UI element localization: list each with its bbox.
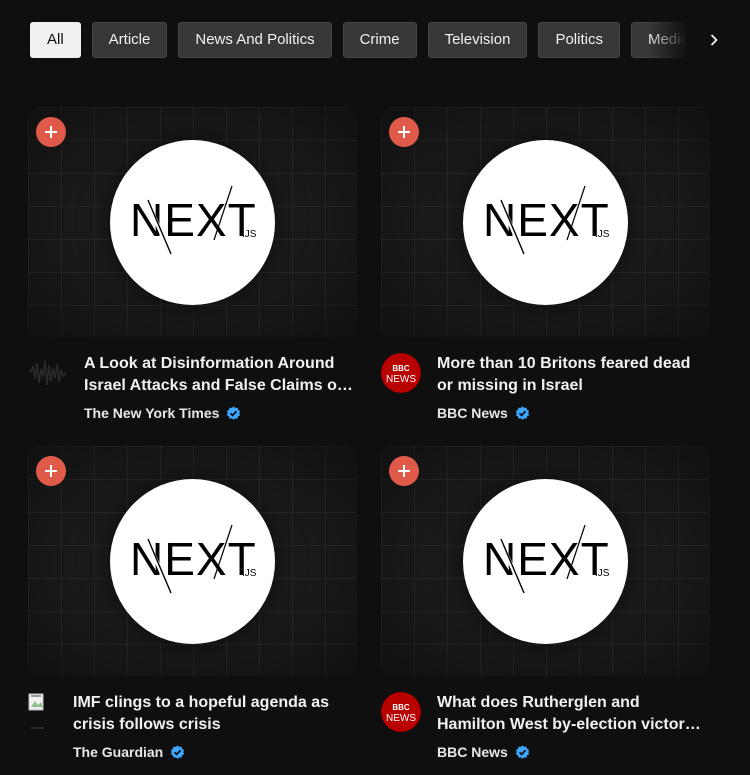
svg-text:.JS: .JS — [242, 568, 257, 579]
svg-text:.JS: .JS — [595, 229, 610, 240]
nyt-waveform-avatar[interactable] — [28, 353, 68, 393]
broken-image-avatar[interactable] — [28, 692, 52, 732]
channel-label: BBC News — [437, 405, 508, 421]
channel-label: The Guardian — [73, 744, 164, 760]
chip-politics[interactable]: Politics — [538, 22, 620, 58]
add-to-list-button[interactable] — [36, 456, 66, 486]
chip-fade — [648, 22, 698, 58]
chip-all[interactable]: All — [30, 22, 81, 58]
bbc-news-avatar[interactable]: BBC NEWS — [381, 353, 421, 393]
video-thumbnail[interactable]: NEXT .JS — [381, 446, 710, 676]
video-meta: BBC NEWS More than 10 Britons feared dea… — [381, 337, 710, 427]
chip-news-and-politics[interactable]: News And Politics — [178, 22, 332, 58]
plus-icon — [398, 126, 410, 138]
svg-text:BBC: BBC — [392, 703, 410, 712]
svg-text:NEWS: NEWS — [386, 374, 416, 385]
add-to-list-button[interactable] — [389, 117, 419, 147]
channel-name[interactable]: BBC News — [437, 405, 530, 421]
chip-article[interactable]: Article — [91, 22, 168, 58]
nextjs-logo: NEXT .JS — [463, 140, 628, 305]
add-to-list-button[interactable] — [36, 117, 66, 147]
video-card[interactable]: NEXT .JS A Look at Disinformation Around… — [28, 107, 357, 427]
channel-name[interactable]: BBC News — [437, 744, 530, 760]
video-title[interactable]: A Look at Disinformation Around Israel A… — [84, 353, 354, 397]
video-thumbnail[interactable]: NEXT .JS — [28, 446, 357, 676]
category-chip-bar: All Article News And Politics Crime Televisi… — [30, 22, 730, 58]
nextjs-logo: NEXT .JS — [463, 479, 628, 644]
verified-check-icon — [226, 405, 241, 421]
nextjs-logo: NEXT .JS — [110, 479, 275, 644]
svg-text:NEWS: NEWS — [386, 713, 416, 724]
verified-check-icon — [515, 744, 530, 760]
verified-check-icon — [515, 405, 530, 421]
video-card[interactable]: NEXT .JS IMF clings to a hopeful agenda … — [28, 446, 357, 766]
channel-name[interactable]: The Guardian — [73, 744, 185, 760]
video-card[interactable]: NEXT .JS BBC NEWS More than 10 Britons f… — [381, 107, 710, 427]
video-thumbnail[interactable]: NEXT .JS — [381, 107, 710, 337]
plus-icon — [398, 465, 410, 477]
chip-crime[interactable]: Crime — [342, 22, 417, 58]
video-thumbnail[interactable]: NEXT .JS — [28, 107, 357, 337]
plus-icon — [45, 126, 57, 138]
verified-check-icon — [170, 744, 185, 760]
video-title[interactable]: More than 10 Britons feared dead or miss… — [437, 353, 707, 397]
bbc-news-avatar[interactable]: BBC NEWS — [381, 692, 421, 732]
feed-page: All Article News And Politics Crime Televisi… — [0, 0, 750, 775]
video-meta: BBC NEWS What does Rutherglen and Hamilt… — [381, 676, 710, 766]
channel-label: The New York Times — [84, 405, 220, 421]
channel-name[interactable]: The New York Times — [84, 405, 241, 421]
add-to-list-button[interactable] — [389, 456, 419, 486]
chip-television[interactable]: Television — [427, 22, 528, 58]
chip-track: All Article News And Politics Crime Televisi… — [30, 22, 688, 58]
chip-scroll-next-button[interactable] — [698, 22, 730, 58]
video-meta: A Look at Disinformation Around Israel A… — [28, 337, 357, 427]
svg-text:BBC: BBC — [392, 364, 410, 373]
svg-text:.JS: .JS — [595, 568, 610, 579]
svg-text:.JS: .JS — [242, 229, 257, 240]
video-title[interactable]: What does Rutherglen and Hamilton West b… — [437, 692, 707, 736]
chevron-right-icon — [710, 34, 718, 46]
video-title[interactable]: IMF clings to a hopeful agenda as crisis… — [73, 692, 343, 736]
channel-label: BBC News — [437, 744, 508, 760]
video-card[interactable]: NEXT .JS BBC NEWS What does Rutherglen a… — [381, 446, 710, 766]
plus-icon — [45, 465, 57, 477]
video-meta: IMF clings to a hopeful agenda as crisis… — [28, 676, 357, 766]
nextjs-logo: NEXT .JS — [110, 140, 275, 305]
